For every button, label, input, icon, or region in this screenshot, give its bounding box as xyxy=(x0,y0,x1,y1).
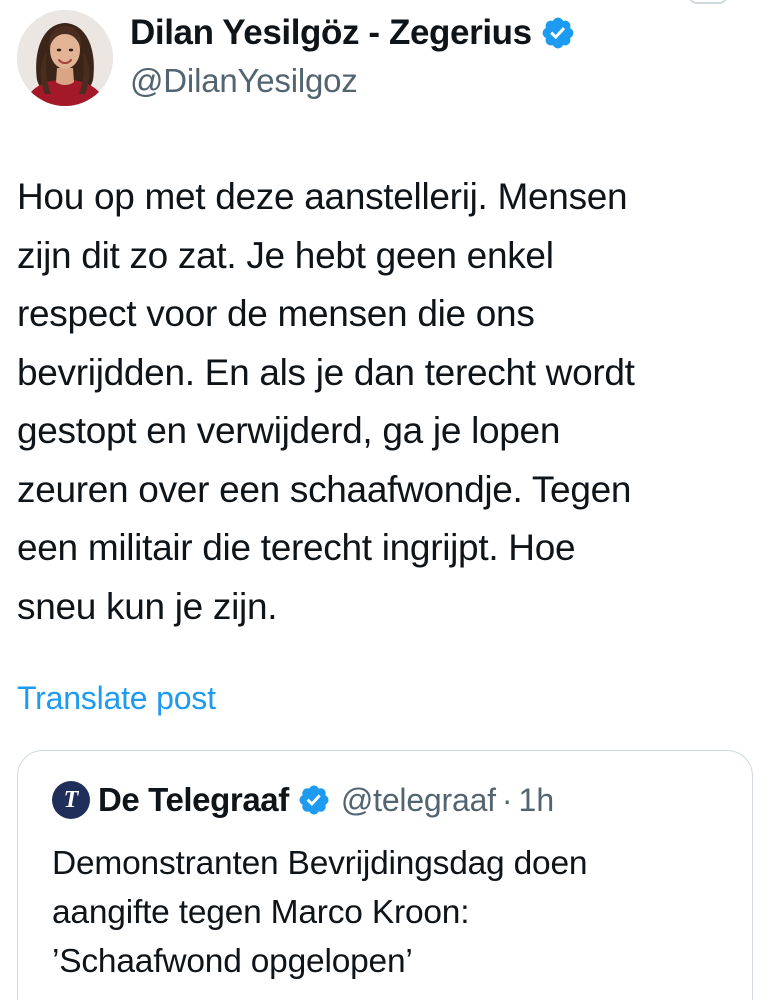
quoted-text-line: Demonstranten Bevrijdingsdag doen xyxy=(52,845,588,882)
author-row: Dilan Yesilgöz - Zegerius @DilanYesilgoz xyxy=(17,10,754,106)
quoted-post-card[interactable]: T De Telegraaf @telegraaf · 1h Demonstra… xyxy=(17,750,753,1000)
quoted-post-header: T De Telegraaf @telegraaf · 1h xyxy=(52,781,554,819)
post-text-line: gestopt en verwijderd, ga je lopen xyxy=(17,410,561,451)
header-separator: · xyxy=(501,781,513,818)
quoted-text-line: ’Schaafwond opgelopen’ xyxy=(52,943,413,980)
quoted-post-text: Demonstranten Bevrijdingsdag doen aangif… xyxy=(52,839,742,986)
more-options-button-edge[interactable] xyxy=(688,0,728,4)
post-detail-view: Dilan Yesilgöz - Zegerius @DilanYesilgoz… xyxy=(0,0,771,1000)
author-handle[interactable]: @DilanYesilgoz xyxy=(130,62,576,100)
post-text-line: respect voor de mensen die ons xyxy=(17,293,535,334)
author-display-name[interactable]: Dilan Yesilgöz - Zegerius xyxy=(130,13,532,53)
post-text-line: Hou op met deze aanstellerij. Mensen xyxy=(17,176,628,217)
display-name-row: Dilan Yesilgöz - Zegerius xyxy=(130,10,576,56)
author-name-block: Dilan Yesilgöz - Zegerius @DilanYesilgoz xyxy=(130,10,576,100)
translate-post-link[interactable]: Translate post xyxy=(17,680,216,717)
post-text-line: bevrijdden. En als je dan terecht wordt xyxy=(17,351,635,393)
verified-badge-icon[interactable] xyxy=(540,15,576,51)
avatar[interactable] xyxy=(17,10,113,106)
post-text-line: zijn dit zo zat. Je hebt geen enkel xyxy=(17,234,554,276)
quoted-display-name[interactable]: De Telegraaf xyxy=(98,781,289,819)
telegraaf-logo-letter: T xyxy=(63,786,79,813)
quoted-text-line: aangifte tegen Marco Kroon: xyxy=(52,894,470,931)
verified-badge-icon xyxy=(299,785,329,815)
telegraaf-logo-icon[interactable]: T xyxy=(52,781,90,819)
quoted-timestamp[interactable]: 1h xyxy=(519,782,555,819)
post-text-line: sneu kun je zijn. xyxy=(17,585,278,627)
post-text-line: zeuren over een schaafwondje. Tegen xyxy=(17,468,632,510)
post-text-line: een militair die terecht ingrijpt. Hoe xyxy=(17,527,576,568)
avatar-photo xyxy=(17,10,113,106)
post-text: Hou op met deze aanstellerij. Mensen zij… xyxy=(17,168,757,636)
quoted-handle[interactable]: @telegraaf xyxy=(341,782,496,819)
